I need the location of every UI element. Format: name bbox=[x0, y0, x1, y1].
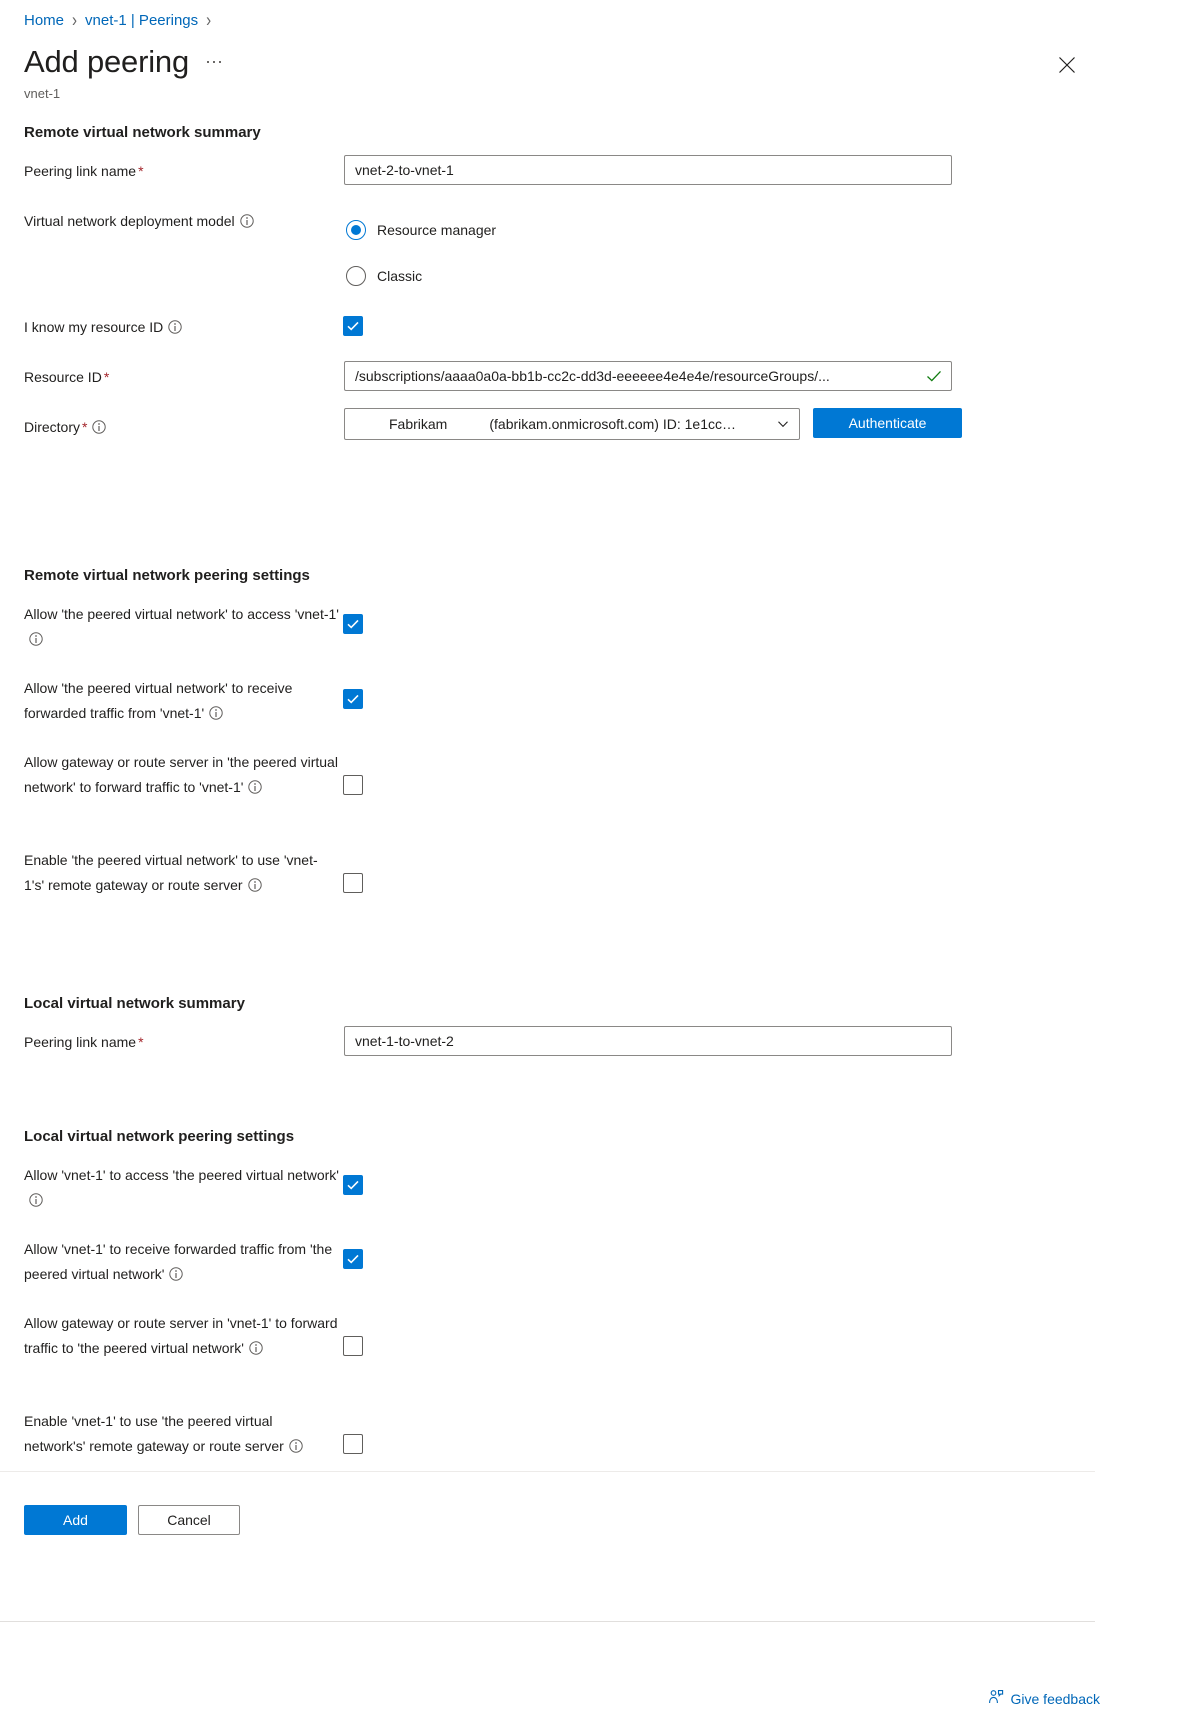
checkbox-local-allow-forwarded[interactable] bbox=[343, 1249, 363, 1269]
label-remote-allow-forwarded: Allow 'the peered virtual network' to re… bbox=[24, 676, 324, 725]
label-local-allow-access: Allow 'vnet-1' to access 'the peered vir… bbox=[24, 1163, 344, 1212]
checkbox-local-use-remote-gateway[interactable] bbox=[343, 1434, 363, 1454]
required-asterisk: * bbox=[138, 163, 144, 179]
give-feedback-link[interactable]: Give feedback bbox=[988, 1689, 1101, 1708]
label-remote-use-remote-gateway: Enable 'the peered virtual network' to u… bbox=[24, 848, 324, 897]
required-asterisk: * bbox=[82, 419, 88, 435]
breadcrumb-item-home[interactable]: Home bbox=[24, 12, 64, 29]
remote-peering-link-name-text: Peering link name bbox=[24, 163, 137, 179]
radio-classic-label: Classic bbox=[377, 268, 423, 284]
remote-allow-gateway-forward-text: Allow gateway or route server in 'the pe… bbox=[24, 754, 338, 795]
info-icon[interactable] bbox=[29, 629, 43, 646]
local-peering-link-name-text: Peering link name bbox=[24, 1034, 137, 1050]
chevron-down-icon[interactable] bbox=[767, 418, 799, 430]
checkmark-icon bbox=[347, 619, 359, 629]
info-icon[interactable] bbox=[289, 1436, 303, 1453]
label-deployment-model: Virtual network deployment model bbox=[24, 209, 254, 233]
breadcrumb: Home › vnet-1 | Peerings › bbox=[24, 9, 212, 32]
info-icon[interactable] bbox=[248, 777, 263, 794]
label-remote-allow-gateway-forward: Allow gateway or route server in 'the pe… bbox=[24, 750, 344, 799]
cancel-button[interactable]: Cancel bbox=[138, 1505, 240, 1535]
info-icon[interactable] bbox=[209, 703, 223, 720]
page-title: Add peering bbox=[24, 44, 189, 79]
footer-divider bbox=[0, 1621, 1095, 1622]
info-icon[interactable] bbox=[249, 1338, 263, 1355]
section-title-remote-settings: Remote virtual network peering settings bbox=[24, 567, 310, 584]
checkbox-local-allow-access[interactable] bbox=[343, 1175, 363, 1195]
info-icon[interactable] bbox=[247, 875, 262, 892]
label-directory: Directory * bbox=[24, 415, 107, 439]
info-icon[interactable] bbox=[169, 1264, 184, 1281]
directory-dropdown[interactable]: Fabrikam (fabrikam.onmicrosoft.com) ID: … bbox=[344, 408, 800, 440]
checkbox-remote-allow-forwarded[interactable] bbox=[343, 689, 363, 709]
checkbox-remote-allow-access[interactable] bbox=[343, 614, 363, 634]
resource-id-valid-checkmark-icon bbox=[927, 370, 941, 382]
radio-resource-manager-indicator[interactable] bbox=[346, 220, 366, 240]
label-resource-id: Resource ID * bbox=[24, 365, 109, 389]
know-resource-id-text: I know my resource ID bbox=[24, 319, 164, 335]
radio-classic-indicator[interactable] bbox=[346, 266, 366, 286]
local-use-remote-gateway-text: Enable 'vnet-1' to use 'the peered virtu… bbox=[24, 1413, 284, 1454]
label-remote-allow-access: Allow 'the peered virtual network' to ac… bbox=[24, 602, 344, 651]
breadcrumb-separator-icon: › bbox=[72, 9, 78, 32]
checkmark-icon bbox=[347, 694, 359, 704]
remote-allow-access-text: Allow 'the peered virtual network' to ac… bbox=[24, 606, 339, 622]
deployment-model-text: Virtual network deployment model bbox=[24, 213, 235, 229]
label-local-allow-forwarded: Allow 'vnet-1' to receive forwarded traf… bbox=[24, 1237, 334, 1286]
add-button[interactable]: Add bbox=[24, 1505, 127, 1535]
directory-dropdown-name: Fabrikam bbox=[389, 416, 448, 432]
local-peering-link-name-input[interactable]: vnet-1-to-vnet-2 bbox=[344, 1026, 952, 1056]
resource-id-input[interactable]: /subscriptions/aaaa0a0a-bb1b-cc2c-dd3d-e… bbox=[344, 361, 952, 391]
close-icon bbox=[1059, 57, 1075, 73]
checkbox-remote-allow-gateway-forward[interactable] bbox=[343, 775, 363, 795]
give-feedback-label: Give feedback bbox=[1010, 1690, 1101, 1707]
required-asterisk: * bbox=[138, 1034, 144, 1050]
local-allow-access-text: Allow 'vnet-1' to access 'the peered vir… bbox=[24, 1167, 339, 1183]
checkbox-remote-use-remote-gateway[interactable] bbox=[343, 873, 363, 893]
label-local-use-remote-gateway: Enable 'vnet-1' to use 'the peered virtu… bbox=[24, 1409, 324, 1458]
more-options-button[interactable]: ⋯ bbox=[205, 52, 224, 73]
checkmark-icon bbox=[347, 321, 359, 331]
directory-text: Directory bbox=[24, 419, 81, 435]
info-icon[interactable] bbox=[239, 211, 254, 228]
section-title-remote-summary: Remote virtual network summary bbox=[24, 124, 261, 141]
page-subtitle: vnet-1 bbox=[24, 86, 61, 101]
label-local-peering-link-name: Peering link name * bbox=[24, 1030, 144, 1054]
remote-use-remote-gateway-text: Enable 'the peered virtual network' to u… bbox=[24, 852, 318, 893]
breadcrumb-item-vnet-1-peerings[interactable]: vnet-1 | Peerings bbox=[85, 12, 198, 29]
page-title-row: Add peering ⋯ bbox=[24, 44, 224, 80]
remote-peering-link-name-input[interactable]: vnet-2-to-vnet-1 bbox=[344, 155, 952, 185]
content-bottom-divider bbox=[0, 1471, 1095, 1472]
info-icon[interactable] bbox=[168, 317, 182, 334]
checkbox-know-resource-id[interactable] bbox=[343, 316, 363, 336]
label-local-allow-gateway-forward: Allow gateway or route server in 'vnet-1… bbox=[24, 1311, 344, 1360]
authenticate-button[interactable]: Authenticate bbox=[813, 408, 962, 438]
add-peering-blade: Home › vnet-1 | Peerings › Add peering ⋯… bbox=[0, 0, 1200, 1720]
section-title-local-settings: Local virtual network peering settings bbox=[24, 1128, 295, 1145]
remote-allow-forwarded-text: Allow 'the peered virtual network' to re… bbox=[24, 680, 293, 721]
label-know-resource-id: I know my resource ID bbox=[24, 315, 182, 339]
local-allow-gateway-forward-text: Allow gateway or route server in 'vnet-1… bbox=[24, 1315, 338, 1356]
resource-id-text: Resource ID bbox=[24, 369, 102, 385]
info-icon[interactable] bbox=[29, 1190, 43, 1207]
checkmark-icon bbox=[347, 1254, 359, 1264]
info-icon[interactable] bbox=[92, 417, 107, 434]
checkbox-local-allow-gateway-forward[interactable] bbox=[343, 1336, 363, 1356]
feedback-person-icon bbox=[988, 1689, 1004, 1708]
directory-dropdown-detail: (fabrikam.onmicrosoft.com) ID: 1e1cc… bbox=[489, 416, 736, 432]
required-asterisk: * bbox=[103, 369, 110, 385]
close-button[interactable] bbox=[1052, 50, 1082, 80]
radio-classic[interactable]: Classic bbox=[346, 266, 422, 286]
radio-resource-manager[interactable]: Resource manager bbox=[346, 220, 496, 240]
label-remote-peering-link-name: Peering link name * bbox=[24, 159, 144, 183]
breadcrumb-separator-icon: › bbox=[206, 9, 212, 32]
radio-resource-manager-label: Resource manager bbox=[377, 222, 497, 238]
section-title-local-summary: Local virtual network summary bbox=[24, 995, 245, 1012]
checkmark-icon bbox=[347, 1180, 359, 1190]
